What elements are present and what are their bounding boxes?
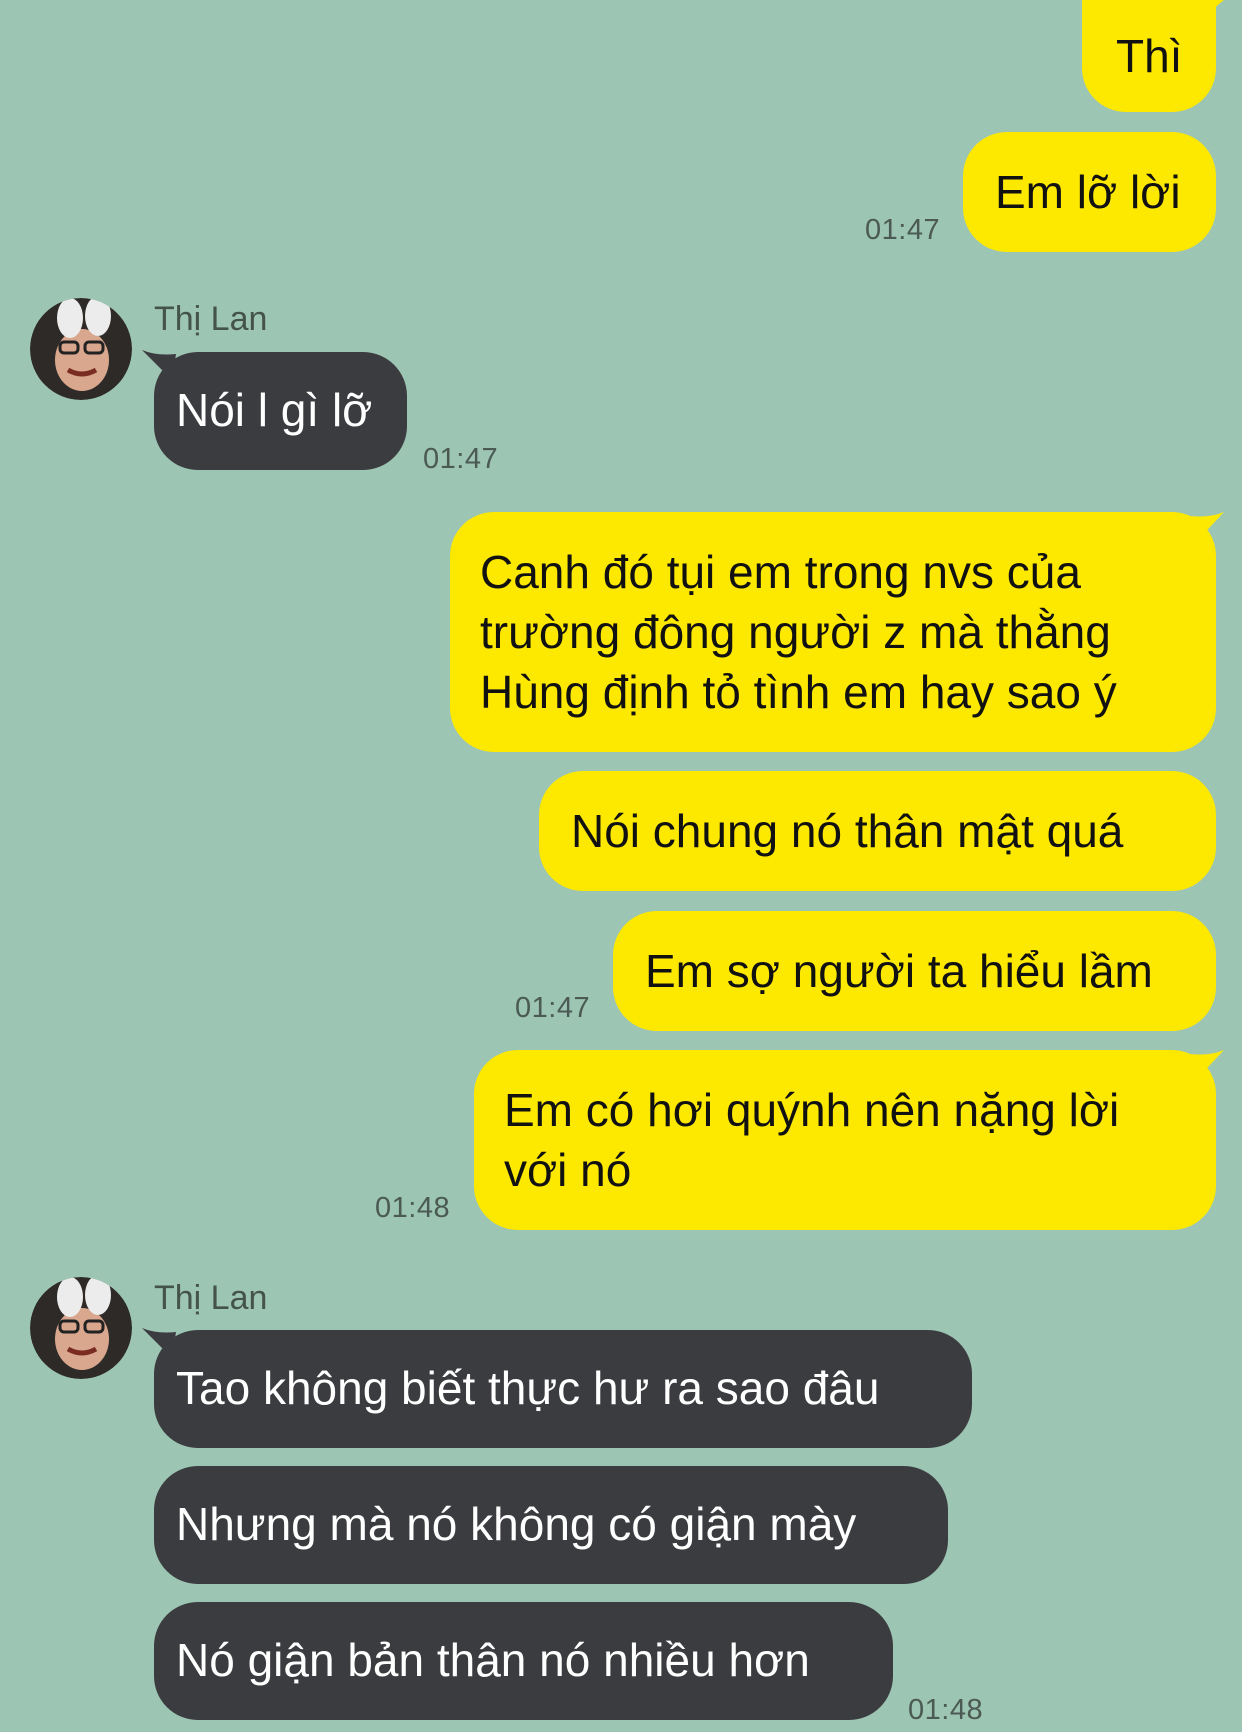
message-line: Hùng định tỏ tình em hay sao ý bbox=[480, 666, 1117, 718]
outgoing-message[interactable]: Canh đó tụi em trong nvs của trường đông… bbox=[450, 512, 1216, 752]
sender-name: Thị Lan bbox=[154, 300, 268, 338]
outgoing-message[interactable]: Thì bbox=[1082, 0, 1216, 112]
message-line: Canh đó tụi em trong nvs của bbox=[480, 546, 1081, 598]
incoming-message[interactable]: Nó giận bản thân nó nhiều hơn bbox=[154, 1602, 893, 1720]
message-text: Tao không biết thực hư ra sao đâu bbox=[176, 1362, 880, 1414]
message-timestamp: 01:48 bbox=[908, 1694, 984, 1726]
message-line: Em có hơi quýnh nên nặng lời bbox=[504, 1084, 1120, 1136]
message-text: Em lỡ lời bbox=[995, 166, 1181, 218]
message-line: trường đông người z mà thằng bbox=[480, 606, 1111, 658]
incoming-message[interactable]: Tao không biết thực hư ra sao đâu bbox=[154, 1330, 972, 1448]
message-text: Em sợ người ta hiểu lầm bbox=[645, 945, 1153, 997]
chat-thread: Thì Em lỡ lời 01:47 Thị Lan Nói l gì lỡ … bbox=[0, 0, 1242, 1732]
outgoing-message[interactable]: Em sợ người ta hiểu lầm bbox=[613, 911, 1216, 1031]
message-timestamp: 01:47 bbox=[423, 443, 499, 475]
outgoing-message[interactable]: Nói chung nó thân mật quá bbox=[539, 771, 1216, 891]
incoming-message[interactable]: Nhưng mà nó không có giận mày bbox=[154, 1466, 948, 1584]
message-timestamp: 01:47 bbox=[865, 214, 941, 246]
outgoing-message[interactable]: Em lỡ lời bbox=[963, 132, 1216, 252]
message-text: Nói l gì lỡ bbox=[176, 384, 373, 436]
incoming-message[interactable]: Nói l gì lỡ bbox=[154, 352, 407, 470]
outgoing-message[interactable]: Em có hơi quýnh nên nặng lời với nó bbox=[474, 1050, 1216, 1230]
user-avatar-icon[interactable] bbox=[30, 1277, 132, 1379]
message-timestamp: 01:47 bbox=[515, 992, 591, 1024]
message-text: Nhưng mà nó không có giận mày bbox=[176, 1498, 857, 1550]
user-avatar-icon[interactable] bbox=[30, 298, 132, 400]
message-text: Nói chung nó thân mật quá bbox=[571, 805, 1124, 857]
message-line: với nó bbox=[504, 1144, 632, 1196]
message-text: Thì bbox=[1116, 30, 1183, 82]
sender-name: Thị Lan bbox=[154, 1279, 268, 1317]
message-timestamp: 01:48 bbox=[375, 1192, 451, 1224]
message-text: Nó giận bản thân nó nhiều hơn bbox=[176, 1634, 810, 1686]
